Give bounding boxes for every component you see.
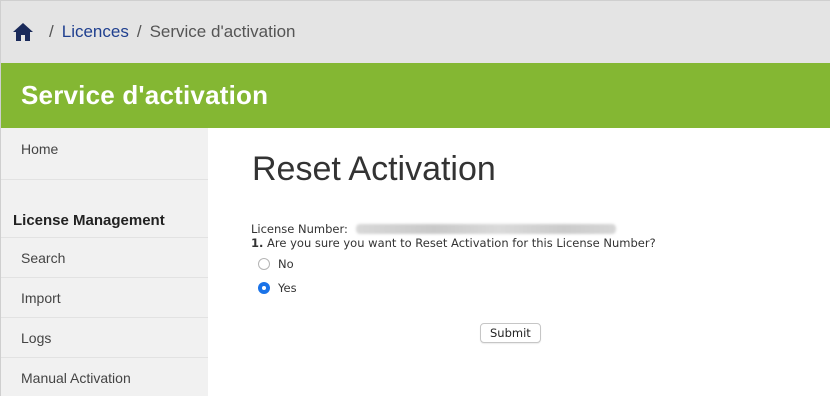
radio-no-label[interactable]: No xyxy=(278,257,294,271)
sidebar-item-search[interactable]: Search xyxy=(1,238,208,278)
license-number-row: License Number: xyxy=(251,222,656,236)
radio-yes[interactable] xyxy=(258,282,270,294)
home-icon[interactable] xyxy=(13,23,33,41)
sidebar-item-logs[interactable]: Logs xyxy=(1,318,208,358)
sidebar-section-heading: License Management xyxy=(1,204,208,238)
license-number-label: License Number: xyxy=(251,222,348,236)
radio-option-no[interactable]: No xyxy=(258,257,656,271)
breadcrumb-separator: / xyxy=(136,22,142,41)
sidebar: Home License Management Search Import Lo… xyxy=(1,128,208,396)
breadcrumb-current: Service d'activation xyxy=(149,22,296,41)
page-title: Reset Activation xyxy=(252,150,496,188)
sidebar-item-import[interactable]: Import xyxy=(1,278,208,318)
question-number: 1. xyxy=(251,236,264,250)
radio-yes-label[interactable]: Yes xyxy=(278,281,297,295)
breadcrumb-separator: / xyxy=(49,22,54,41)
reset-form: License Number: 1. Are you sure you want… xyxy=(251,222,656,295)
radio-option-yes[interactable]: Yes xyxy=(258,281,656,295)
radio-no[interactable] xyxy=(258,258,270,270)
license-number-value xyxy=(355,224,616,234)
app-window: / Licences / Service d'activation Servic… xyxy=(0,0,830,396)
submit-button[interactable]: Submit xyxy=(480,323,541,343)
breadcrumb: / Licences / Service d'activation xyxy=(1,1,830,63)
banner-title: Service d'activation xyxy=(21,80,269,110)
sidebar-item-home[interactable]: Home xyxy=(1,128,208,180)
question: 1. Are you sure you want to Reset Activa… xyxy=(251,236,656,250)
breadcrumb-licences-link[interactable]: Licences xyxy=(62,22,129,42)
main-content: Reset Activation License Number: 1. Are … xyxy=(208,128,830,396)
sidebar-item-manual-activation[interactable]: Manual Activation xyxy=(1,358,208,396)
question-text: Are you sure you want to Reset Activatio… xyxy=(267,236,656,250)
page-banner: Service d'activation xyxy=(1,63,830,128)
